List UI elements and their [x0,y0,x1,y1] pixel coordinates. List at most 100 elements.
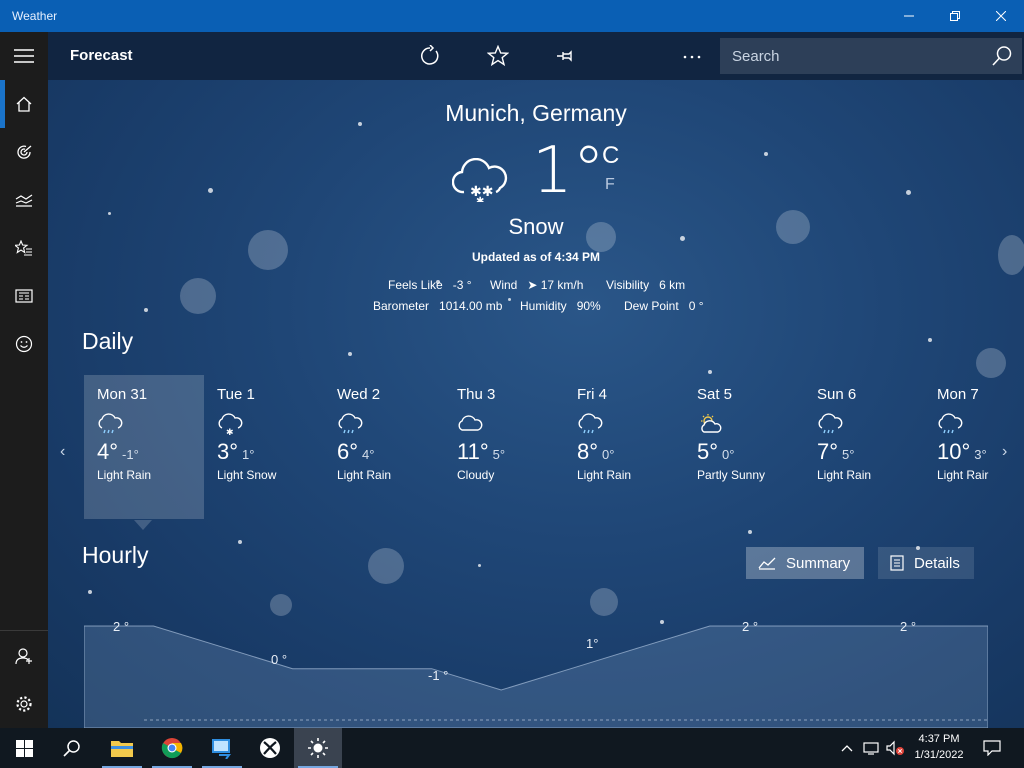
humidity-label: Humidity [520,299,567,313]
maps-radar-icon [17,145,32,159]
humidity-stat: Humidity 90% [520,299,601,313]
day-name: Thu 3 [457,386,496,403]
day-high: 3° [217,439,239,464]
celsius-toggle[interactable]: C [602,142,619,170]
pin-button[interactable] [550,40,582,72]
action-center-button[interactable] [980,728,1004,768]
clock-time: 4:37 PM [918,733,960,745]
hamburger-menu-button[interactable] [0,32,48,80]
refresh-icon [421,45,439,65]
selected-day-pointer [134,520,152,530]
nav-item-favorites[interactable] [0,224,48,272]
restore-button[interactable] [932,0,978,32]
close-button[interactable] [978,0,1024,32]
xbox-button[interactable] [246,728,294,768]
tray-overflow-button[interactable] [836,728,858,768]
nav-item-maps[interactable] [0,128,48,176]
search-box[interactable] [720,38,1022,74]
day-low: 3° [974,447,987,462]
feels-like-value: -3 ° [452,278,472,292]
day-card[interactable]: Sun 6 7° 5° Light Rain [804,375,924,519]
nav-item-news[interactable] [0,272,48,320]
remote-desktop-button[interactable] [198,728,246,768]
current-temperature: 1° [532,134,605,208]
snowflake [348,352,352,356]
daily-heading: Daily [82,328,134,354]
file-explorer-button[interactable] [98,728,146,768]
fahrenheit-toggle[interactable]: F [605,176,615,194]
daily-prev-arrow[interactable]: ‹ [60,443,65,461]
search-input[interactable] [720,38,982,74]
hourly-temp-label: 2 ° [113,619,130,634]
snowflake [144,308,148,312]
nav-rail [0,32,48,728]
day-card[interactable]: Sat 5 5° 0° Partly Sunny [684,375,804,519]
day-name: Fri 4 [577,386,607,403]
day-name: Tue 1 [217,386,255,403]
nav-item-historical[interactable] [0,176,48,224]
light-rain-icon [938,413,963,434]
volume-tray-button[interactable] [884,728,906,768]
forecast-panel: Munich, Germany ✱✱ ✱ 1° C F Snow Updated… [48,80,1024,728]
favorites-icon [15,240,32,256]
favorite-button[interactable] [482,40,514,72]
visibility-stat: Visibility 6 km [606,278,685,292]
daily-next-arrow[interactable]: › [1002,443,1007,461]
taskbar-clock[interactable]: 4:37 PM 1/31/2022 [906,731,972,763]
barometer-stat: Barometer 1014.00 mb [373,299,502,313]
nav-item-settings[interactable] [0,680,48,728]
snowflake [238,540,242,544]
dark-mode-moon-icon [632,48,640,64]
snowflake [208,188,213,193]
day-condition: Light Rair [937,468,989,482]
refresh-button[interactable] [414,40,446,72]
hourly-temp-label: 2 ° [900,619,917,634]
nav-item-feedback[interactable] [0,320,48,368]
day-low: 5° [842,447,855,462]
details-list-icon [890,555,904,571]
chrome-button[interactable] [148,728,196,768]
hourly-temp-label: 0 ° [271,652,288,667]
wind-stat: Wind ➤ 17 km/h [490,278,583,292]
start-button[interactable] [0,728,48,768]
snowflake-bg [180,278,216,314]
historical-weather-icon [15,194,33,207]
network-tray-button[interactable] [860,728,882,768]
minimize-button[interactable] [886,0,932,32]
visibility-value: 6 km [659,278,686,292]
day-card[interactable]: Wed 2 6° 4° Light Rain [324,375,444,519]
start-icon [15,739,33,757]
chevron-up-icon [841,745,853,752]
svg-text:✱: ✱ [476,196,484,202]
light-rain-icon [98,413,123,434]
day-card[interactable]: Mon 31 4° -1° Light Rain [84,375,204,519]
day-card[interactable]: Tue 1 ✱ 3° 1° Light Snow [204,375,324,519]
file-explorer-icon [111,741,133,757]
summary-toggle[interactable]: Summary [746,547,865,579]
more-options-button[interactable] [676,40,708,72]
search-button[interactable] [982,38,1022,74]
day-card[interactable]: Thu 3 11° 5° Cloudy [444,375,564,519]
day-condition: Light Rain [337,468,392,482]
weather-app-button[interactable] [294,728,342,768]
day-low: 0° [722,447,735,462]
barometer-label: Barometer [373,299,430,313]
daily-forecast-strip: Mon 31 4° -1° Light Rain Tue 1 ✱ 3° 1° Lig… [84,375,1004,520]
day-low: 4° [362,447,375,462]
nav-item-account[interactable] [0,632,48,680]
dark-mode-button[interactable] [618,40,650,72]
day-card[interactable]: Mon 7 10° 3° Light Rair [924,375,1004,519]
day-card[interactable]: Fri 4 8° 0° Light Rain [564,375,684,519]
day-condition: Light Rain [577,468,632,482]
nav-item-home[interactable] [0,80,48,128]
command-bar: Forecast [48,32,1024,80]
details-toggle[interactable]: Details [878,547,974,579]
more-icon [683,55,701,59]
nav-divider [0,630,48,631]
day-name: Sat 5 [697,386,733,403]
hourly-heading: Hourly [82,542,149,568]
taskbar-search-button[interactable] [48,728,96,768]
visibility-label: Visibility [606,278,650,292]
partly-sunny-icon [701,414,722,433]
weather-app-icon [308,738,328,758]
